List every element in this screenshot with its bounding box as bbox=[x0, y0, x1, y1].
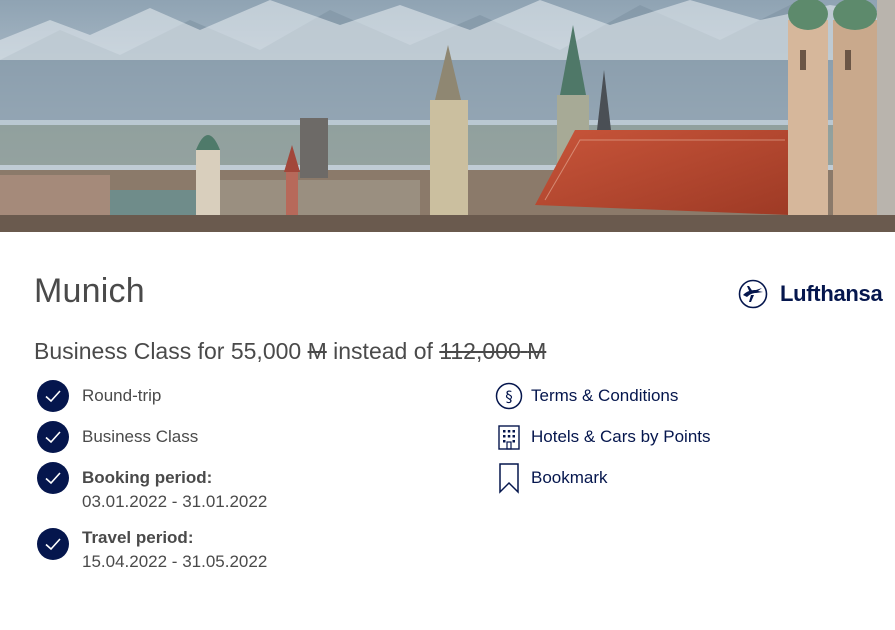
feature-round-trip: Round-trip bbox=[37, 380, 161, 412]
miles-unit: M bbox=[307, 338, 327, 364]
crane-logo-icon bbox=[738, 279, 768, 309]
page-title: Munich bbox=[34, 272, 145, 310]
booking-period-dates: 03.01.2022 - 31.01.2022 bbox=[82, 492, 268, 511]
checkmark-icon bbox=[37, 528, 69, 560]
link-label[interactable]: Hotels & Cars by Points bbox=[531, 427, 711, 447]
feature-booking-period: Booking period: 03.01.2022 - 31.01.2022 bbox=[37, 462, 267, 514]
feature-booking-text: Booking period: 03.01.2022 - 31.01.2022 bbox=[82, 466, 267, 514]
hotel-building-icon bbox=[495, 421, 523, 453]
bookmark-icon bbox=[495, 462, 523, 494]
brand-wordmark: Lufthansa bbox=[780, 281, 883, 306]
paragraph-icon: § bbox=[495, 380, 523, 412]
feature-cabin-class: Business Class bbox=[37, 421, 198, 453]
feature-label: Business Class bbox=[82, 427, 199, 446]
munich-skyline-image bbox=[0, 0, 895, 232]
hotels-cars-link[interactable]: Hotels & Cars by Points bbox=[495, 421, 711, 453]
link-label[interactable]: Terms & Conditions bbox=[531, 386, 678, 406]
checkmark-icon bbox=[37, 462, 69, 494]
checkmark-icon bbox=[37, 421, 69, 453]
booking-period-heading: Booking period: bbox=[82, 468, 213, 487]
bookmark-link[interactable]: Bookmark bbox=[495, 462, 608, 494]
offer-line: Business Class for 55,000 M instead of 1… bbox=[34, 338, 546, 365]
feature-label: Round-trip bbox=[82, 386, 162, 405]
checkmark-icon bbox=[37, 380, 69, 412]
travel-period-heading: Travel period: bbox=[82, 528, 194, 547]
feature-travel-period: Travel period: 15.04.2022 - 31.05.2022 bbox=[37, 528, 267, 574]
travel-period-dates: 15.04.2022 - 31.05.2022 bbox=[82, 552, 268, 571]
terms-conditions-link[interactable]: § Terms & Conditions bbox=[495, 380, 678, 412]
link-label[interactable]: Bookmark bbox=[531, 468, 608, 488]
original-price: 112,000 M bbox=[439, 338, 547, 364]
airline-brand: Lufthansa bbox=[738, 279, 883, 309]
feature-travel-text: Travel period: 15.04.2022 - 31.05.2022 bbox=[82, 526, 267, 574]
offer-price: Business Class for 55,000 bbox=[34, 338, 302, 364]
hero-image bbox=[0, 0, 895, 232]
offer-comparison: instead of bbox=[333, 338, 433, 364]
svg-text:§: § bbox=[505, 388, 513, 406]
